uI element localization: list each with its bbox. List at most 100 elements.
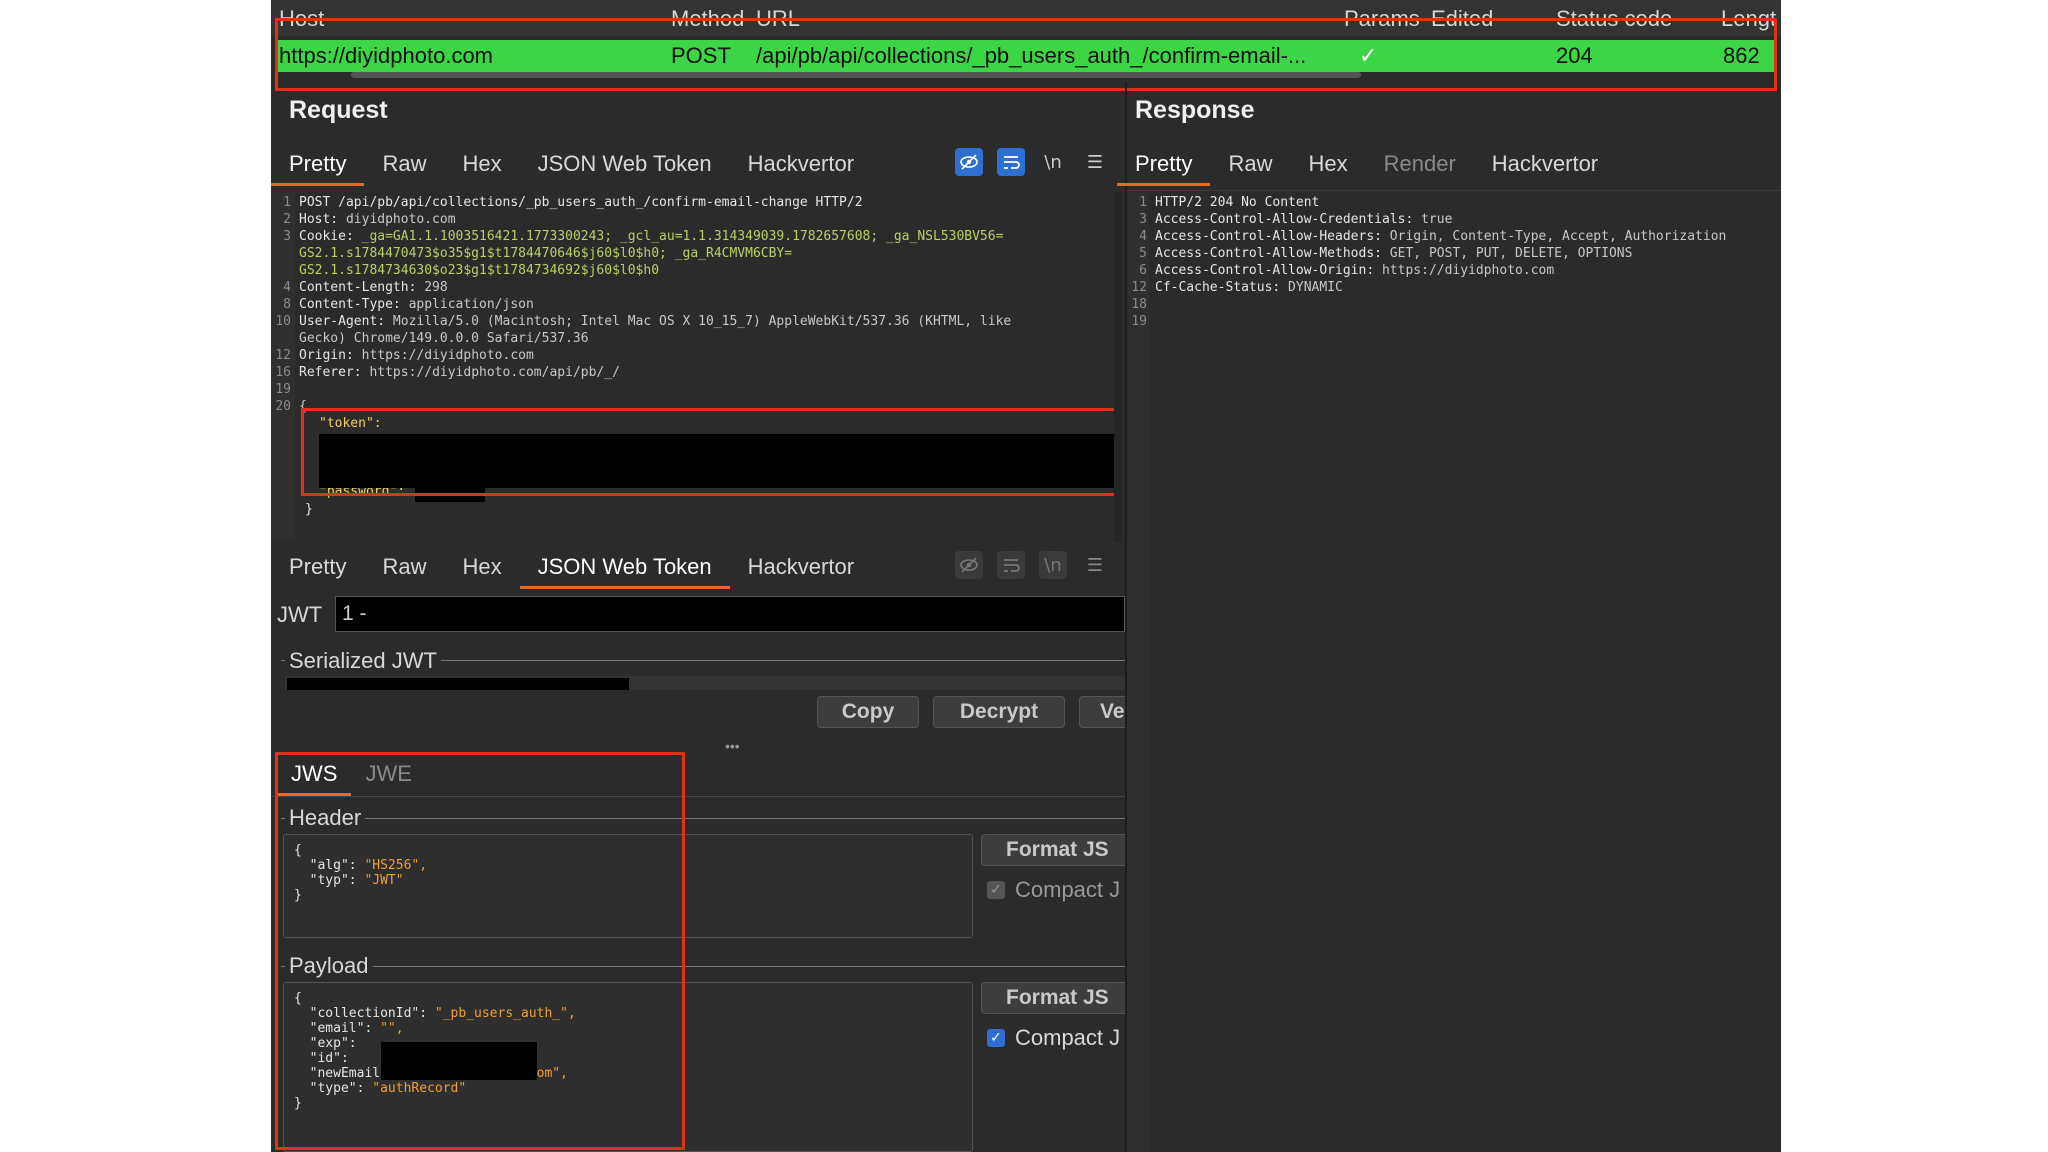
payload-label: Payload (285, 953, 373, 979)
resp-tab-hackvertor[interactable]: Hackvertor (1474, 142, 1616, 186)
exp-id-redaction (381, 1042, 537, 1080)
decrypt-button[interactable]: Decrypt (933, 696, 1065, 728)
code-line: Access-Control-Allow-Methods: GET, POST,… (1155, 246, 1633, 261)
table-scrollbar[interactable] (351, 72, 1361, 78)
serialized-redaction (287, 678, 629, 690)
tab-raw-2[interactable]: Raw (364, 545, 444, 589)
line-number: 19 (275, 382, 291, 397)
token-redaction (319, 434, 1115, 488)
wrap-lines-icon[interactable] (997, 148, 1025, 176)
tab-hackvertor[interactable]: Hackvertor (730, 142, 872, 186)
tab-jwt[interactable]: JSON Web Token (520, 142, 730, 186)
token-key: "token": (319, 416, 382, 431)
json-line: "exp": (294, 1036, 357, 1051)
wrap-lines-icon-disabled (997, 551, 1025, 579)
line-number: 8 (283, 297, 291, 312)
json-line: "id": (294, 1051, 349, 1066)
json-close: } (305, 502, 313, 517)
line-number: 4 (283, 280, 291, 295)
tab-pretty[interactable]: Pretty (271, 142, 365, 186)
format-json-button-payload[interactable]: Format JS (981, 982, 1141, 1014)
tab-jwt-2[interactable]: JSON Web Token (519, 545, 730, 589)
row-url: /api/pb/api/collections/_pb_users_auth_/… (756, 43, 1307, 68)
code-line: Access-Control-Allow-Credentials: true (1155, 212, 1453, 227)
line-number: 6 (1139, 263, 1147, 278)
json-line: "collectionId": "_pb_users_auth_", (294, 1006, 576, 1021)
request-tabs: Pretty Raw Hex JSON Web Token Hackvertor (271, 142, 872, 186)
compact-label-header: Compact J (1015, 877, 1121, 902)
line-number: 10 (275, 314, 291, 329)
line-number: 3 (283, 229, 291, 244)
col-url[interactable]: URL (756, 6, 800, 32)
compact-checkbox-header[interactable]: ✓ (987, 881, 1005, 899)
response-gutter (1127, 192, 1149, 1152)
tab-pretty-2[interactable]: Pretty (271, 545, 364, 589)
response-editor[interactable]: 1 HTTP/2 204 No Content 3 Access-Control-Al… (1127, 194, 1781, 334)
json-line: "email": "", (294, 1021, 404, 1036)
table-header: Host Method URL Params Edited Status cod… (271, 0, 1781, 36)
code-line: Cookie: _ga=GA1.1.1003516421.1773300243;… (299, 229, 1004, 244)
line-number: 5 (1139, 246, 1147, 261)
jwt-toolbar: \n ☰ (955, 551, 1109, 579)
line-number: 2 (283, 212, 291, 227)
request-toolbar: \n ☰ (955, 148, 1109, 176)
col-host[interactable]: Host (279, 6, 324, 32)
code-line: GS2.1.s1784470473$o35$g1$t1784470646$j60… (299, 246, 793, 261)
request-scrollbar[interactable] (1114, 192, 1122, 542)
code-line: Origin: https://diyidphoto.com (299, 348, 534, 363)
resp-tab-raw[interactable]: Raw (1210, 142, 1290, 186)
col-params[interactable]: Params (1344, 6, 1420, 32)
tab-hackvertor-2[interactable]: Hackvertor (730, 545, 872, 589)
tab-jws[interactable]: JWS (277, 752, 352, 796)
line-number: 12 (1131, 280, 1147, 295)
request-title: Request (289, 96, 388, 124)
response-tab-divider (1127, 190, 1781, 191)
code-line: Access-Control-Allow-Origin: https://diy… (1155, 263, 1555, 278)
payload-groupline (281, 966, 1125, 967)
col-edited[interactable]: Edited (1431, 6, 1493, 32)
password-redaction (415, 484, 485, 502)
jwt-select[interactable]: 1 - (335, 596, 1125, 632)
code-line: HTTP/2 204 No Content (1155, 195, 1320, 210)
resp-tab-render[interactable]: Render (1366, 142, 1474, 186)
tab-jwe[interactable]: JWE (351, 752, 425, 796)
col-method[interactable]: Method (671, 6, 744, 32)
table-row[interactable]: https://diyidphoto.com POST /api/pb/api/… (276, 40, 1776, 72)
jwt-select-prefix: 1 - (342, 602, 367, 625)
line-number: 18 (1131, 297, 1147, 312)
code-line: { (299, 399, 307, 414)
tab-hex[interactable]: Hex (444, 142, 519, 186)
jws-jwe-tabs: JWS JWE (277, 752, 426, 796)
line-number: 1 (283, 195, 291, 210)
col-length[interactable]: Lengt (1721, 6, 1776, 32)
serialized-label: Serialized JWT (285, 648, 441, 674)
code-line: GS2.1.s1784734630$o23$g1$t1784734692$j60… (299, 263, 660, 278)
resp-tab-hex[interactable]: Hex (1290, 142, 1365, 186)
line-number: 16 (275, 365, 291, 380)
copy-button[interactable]: Copy (817, 696, 919, 728)
row-status: 204 (1556, 43, 1593, 68)
row-length: 862 (1723, 43, 1760, 68)
tab-hex-2[interactable]: Hex (444, 545, 519, 589)
row-host: https://diyidphoto.com (279, 43, 494, 68)
menu-icon[interactable]: ☰ (1081, 148, 1109, 176)
header-groupline (281, 818, 1125, 819)
menu-icon-2[interactable]: ☰ (1081, 551, 1109, 579)
header-json-editor[interactable]: { "alg": "HS256", "typ": "JWT"} (283, 834, 973, 938)
split-handle-icon[interactable]: ••• (725, 738, 740, 754)
json-line: { (294, 843, 302, 858)
jwt-label: JWT (277, 602, 323, 627)
json-line: "alg": "HS256", (294, 858, 428, 873)
newline-icon[interactable]: \n (1039, 148, 1067, 176)
hide-eye-icon[interactable] (955, 148, 983, 176)
line-number: 19 (1131, 314, 1147, 329)
compact-checkbox-payload[interactable]: ✓ (987, 1029, 1005, 1047)
hide-eye-icon-disabled (955, 551, 983, 579)
tab-raw[interactable]: Raw (364, 142, 444, 186)
json-line: } (294, 888, 302, 903)
format-json-button[interactable]: Format JS (981, 834, 1141, 866)
json-line: { (294, 991, 302, 1006)
resp-tab-pretty[interactable]: Pretty (1117, 142, 1211, 186)
json-line: "typ": "JWT" (294, 873, 404, 888)
col-status[interactable]: Status code (1556, 6, 1672, 32)
